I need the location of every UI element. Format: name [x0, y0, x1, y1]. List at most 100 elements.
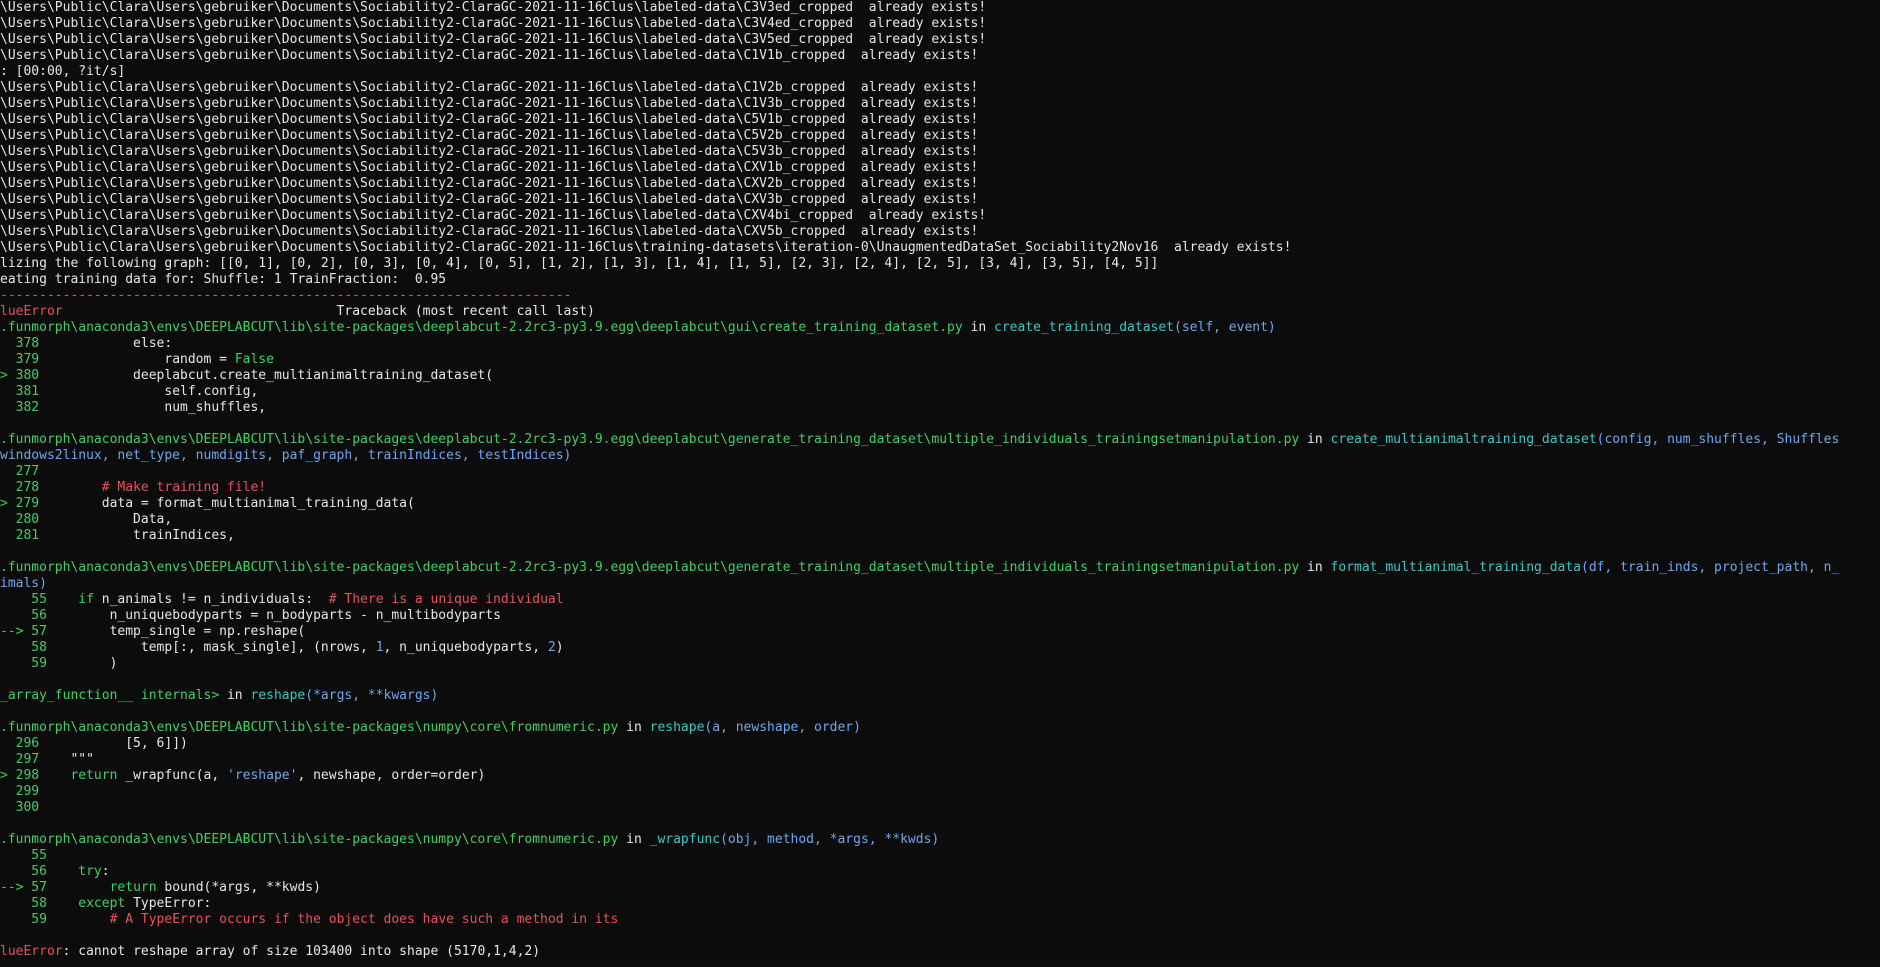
exists-lines-bottom: \Users\Public\Clara\Users\gebruiker\Docu…	[0, 80, 1880, 256]
keyword: except	[78, 896, 126, 911]
line-number: 59	[0, 656, 47, 671]
frame-path: .funmorph\anaconda3\envs\DEEPLABCUT\lib\…	[0, 720, 619, 735]
error-name: lueError	[0, 304, 63, 319]
frame-args: (config, num_shuffles, Shuffles	[1596, 432, 1840, 447]
code-line: 58 temp[:, mask_single], (nrows, 1, n_un…	[0, 640, 1880, 656]
code-line: 59 )	[0, 656, 1880, 672]
code-text: else:	[39, 336, 173, 351]
in-keyword: in	[1299, 560, 1331, 575]
code-text: trainIndices,	[39, 528, 235, 543]
code-line: 56 try:	[0, 864, 1880, 880]
string-literal: 'reshape'	[227, 768, 298, 783]
output-line: \Users\Public\Clara\Users\gebruiker\Docu…	[0, 80, 979, 95]
code-line: 59 # A TypeError occurs if the object do…	[0, 912, 1880, 928]
line-number: 382	[0, 400, 40, 415]
line-number: 56	[0, 608, 47, 623]
line-number: 280	[0, 512, 40, 527]
code-text: """	[39, 752, 94, 767]
line-number: --> 57	[0, 880, 47, 895]
frame-path: .funmorph\anaconda3\envs\DEEPLABCUT\lib\…	[0, 560, 1300, 575]
output-line: \Users\Public\Clara\Users\gebruiker\Docu…	[0, 96, 979, 111]
code-line: 281 trainIndices,	[0, 528, 1880, 544]
frame-header: .funmorph\anaconda3\envs\DEEPLABCUT\lib\…	[0, 832, 1880, 848]
code-text: :	[101, 864, 110, 879]
line-number: 59	[0, 912, 47, 927]
code-text: , newshape, order=order)	[297, 768, 486, 783]
frame-args: (obj, method, *args, **kwds)	[720, 832, 940, 847]
frame-path: .funmorph\anaconda3\envs\DEEPLABCUT\lib\…	[0, 432, 1300, 447]
code-text: random =	[39, 352, 235, 367]
frame-args-continued: windows2linux, net_type, numdigits, paf_…	[0, 448, 572, 463]
line-number: 277	[0, 464, 40, 479]
code-line: 381 self.config,	[0, 384, 1880, 400]
final-error-line: lueError: cannot reshape array of size 1…	[0, 944, 1880, 960]
code-comment: # There is a unique individual	[328, 592, 564, 607]
code-text: self.config,	[39, 384, 259, 399]
output-line: \Users\Public\Clara\Users\gebruiker\Docu…	[0, 112, 979, 127]
frame-header: .funmorph\anaconda3\envs\DEEPLABCUT\lib\…	[0, 320, 1880, 336]
code-line: 280 Data,	[0, 512, 1880, 528]
output-line: \Users\Public\Clara\Users\gebruiker\Docu…	[0, 224, 979, 239]
code-line-current: --> 57 return bound(*args, **kwds)	[0, 880, 1880, 896]
traceback-separator: ----------------------------------------…	[0, 288, 572, 303]
code-text: deeplabcut.create_multianimaltraining_da…	[39, 368, 494, 383]
output-line: \Users\Public\Clara\Users\gebruiker\Docu…	[0, 160, 979, 175]
in-keyword: in	[618, 720, 650, 735]
output-line: \Users\Public\Clara\Users\gebruiker\Docu…	[0, 240, 1292, 255]
code-line: 278 # Make training file!	[0, 480, 1880, 496]
frame-func: format_multianimal_training_data	[1330, 560, 1581, 575]
frame-func: create_multianimaltraining_dataset	[1330, 432, 1597, 447]
output-line: \Users\Public\Clara\Users\gebruiker\Docu…	[0, 128, 979, 143]
keyword: return	[70, 768, 118, 783]
creating-line: eating training data for: Shuffle: 1 Tra…	[0, 272, 447, 287]
output-line: \Users\Public\Clara\Users\gebruiker\Docu…	[0, 192, 979, 207]
line-number: 56	[0, 864, 47, 879]
final-error-name: lueError	[0, 944, 63, 959]
line-number: 296	[0, 736, 40, 751]
code-text: n_uniquebodyparts = n_bodyparts - n_mult…	[46, 608, 501, 623]
code-line: 378 else:	[0, 336, 1880, 352]
exists-lines-top: \Users\Public\Clara\Users\gebruiker\Docu…	[0, 0, 1880, 64]
line-number: > 380	[0, 368, 40, 383]
keyword: return	[109, 880, 157, 895]
output-line: \Users\Public\Clara\Users\gebruiker\Docu…	[0, 16, 987, 31]
frame-path: .funmorph\anaconda3\envs\DEEPLABCUT\lib\…	[0, 320, 963, 335]
terminal-window[interactable]: \Users\Public\Clara\Users\gebruiker\Docu…	[0, 0, 1880, 967]
code-text: bound(*args, **kwds)	[156, 880, 321, 895]
code-line: 379 random = False	[0, 352, 1880, 368]
code-text: Data,	[39, 512, 173, 527]
code-line: 382 num_shuffles,	[0, 400, 1880, 416]
line-number: 278	[0, 480, 40, 495]
code-line: 296 [5, 6]])	[0, 736, 1880, 752]
line-number: 55	[0, 848, 47, 863]
code-line: 58 except TypeError:	[0, 896, 1880, 912]
code-text: )	[46, 656, 118, 671]
code-line: 55	[0, 848, 1880, 864]
code-text: [5, 6]])	[39, 736, 188, 751]
final-error-message: : cannot reshape array of size 103400 in…	[62, 944, 541, 959]
frame-func: reshape	[250, 688, 306, 703]
code-text: temp[:, mask_single], (nrows,	[46, 640, 376, 655]
code-text: )	[555, 640, 564, 655]
frame-args: (*args, **kwargs)	[305, 688, 439, 703]
error-header: lueError Traceback (most recent call las…	[0, 304, 1880, 320]
frame-header: .funmorph\anaconda3\envs\DEEPLABCUT\lib\…	[0, 560, 1880, 576]
frame-func: _wrapfunc	[649, 832, 721, 847]
line-number: 297	[0, 752, 40, 767]
line-number: 381	[0, 384, 40, 399]
frame-args-continued: imals)	[0, 576, 47, 591]
keyword: try	[78, 864, 102, 879]
number-literal: 1	[375, 640, 384, 655]
line-number: 58	[0, 896, 47, 911]
frame-header: _array_function__ internals> in reshape(…	[0, 688, 1880, 704]
